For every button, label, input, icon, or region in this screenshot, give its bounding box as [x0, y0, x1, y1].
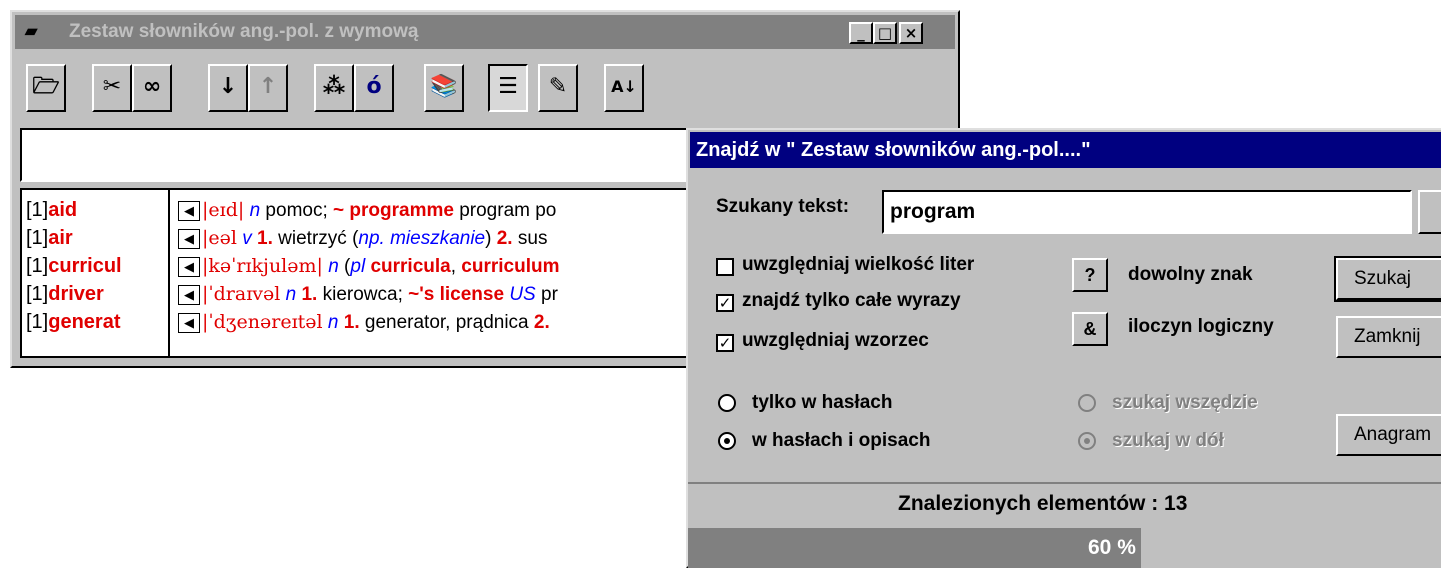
progress-label: 60 % [1088, 536, 1136, 559]
list-item[interactable]: [1]curricul [26, 252, 170, 280]
search-button[interactable]: Szukaj [1334, 256, 1441, 302]
sort-button[interactable]: A↓ [604, 64, 644, 112]
open-button[interactable]: 🗁 [26, 64, 66, 112]
unlink-button[interactable]: ✂ [92, 64, 132, 112]
window-title: Zestaw słowników ang.-pol. z wymową [69, 21, 419, 42]
list-item[interactable]: [1]aid [26, 196, 170, 224]
close-button[interactable]: × [899, 22, 923, 44]
headwords-and-descriptions-label[interactable]: w hasłach i opisach [752, 430, 930, 452]
new-note-icon: ✎ [548, 74, 568, 99]
dictionaries-button[interactable]: 📚 [424, 64, 464, 112]
link-icon: ∞ [142, 74, 162, 99]
new-note-button[interactable]: ✎ [538, 64, 578, 112]
sort-az-icon: A↓ [611, 77, 637, 96]
search-label: Szukany tekst: [716, 196, 850, 217]
speaker-icon[interactable]: ◀ [178, 200, 200, 221]
pronunciation-button[interactable]: ó [354, 64, 394, 112]
whole-words-label[interactable]: znajdź tylko całe wyrazy [742, 290, 961, 312]
search-input[interactable]: program [882, 190, 1412, 234]
headwords-only-radio[interactable] [718, 394, 736, 412]
previous-button[interactable]: ↑ [248, 64, 288, 112]
wildcard-label: dowolny znak [1128, 264, 1253, 285]
link-button[interactable]: ∞ [132, 64, 172, 112]
logical-and-label: iloczyn logiczny [1128, 316, 1274, 337]
book-icon[interactable]: ▰ [25, 15, 37, 49]
minimize-button[interactable]: _ [849, 22, 873, 44]
open-icon: 🗁 [32, 74, 60, 99]
list-item[interactable]: [1]driver [26, 280, 170, 308]
arrow-down-icon: ↓ [218, 74, 238, 99]
list-icon: ☰ [498, 74, 518, 99]
books-check-icon: 📚 [430, 74, 458, 99]
logical-and-button[interactable]: & [1072, 312, 1108, 346]
tree-icon: ⁂ [322, 74, 346, 99]
case-sensitive-checkbox[interactable] [716, 258, 734, 276]
results-count: Znalezionych elementów : 13 [688, 482, 1441, 524]
case-sensitive-label[interactable]: uwzględniaj wielkość liter [742, 254, 974, 276]
list-item[interactable]: [1]generat [26, 308, 170, 336]
dialog-title[interactable]: Znajdź w " Zestaw słowników ang.-pol....… [690, 132, 1441, 168]
search-everywhere-label: szukaj wszędzie [1112, 392, 1258, 413]
wildcard-button[interactable]: ? [1072, 258, 1108, 292]
whole-words-checkbox[interactable]: ✓ [716, 294, 734, 312]
pattern-label[interactable]: uwzględniaj wzorzec [742, 330, 929, 352]
speaker-icon[interactable]: ◀ [178, 312, 200, 333]
speaker-icon[interactable]: ◀ [178, 256, 200, 277]
pattern-checkbox[interactable]: ✓ [716, 334, 734, 352]
accent-o-icon: ó [366, 74, 382, 99]
search-history-button[interactable] [1418, 190, 1441, 234]
search-everywhere-radio [1078, 394, 1096, 412]
maximize-button[interactable]: □ [873, 22, 897, 44]
list-item[interactable]: [1]air [26, 224, 170, 252]
progress-bar: 60 % [688, 528, 1441, 568]
search-down-label: szukaj w dół [1112, 430, 1224, 451]
unlink-icon: ✂ [102, 74, 122, 99]
tree-button[interactable]: ⁂ [314, 64, 354, 112]
speaker-icon[interactable]: ◀ [178, 228, 200, 249]
find-dialog: Znajdź w " Zestaw słowników ang.-pol....… [686, 128, 1441, 568]
headwords-only-label[interactable]: tylko w hasłach [752, 392, 892, 414]
list-button[interactable]: ☰ [488, 64, 528, 112]
close-dialog-button[interactable]: Zamknij [1336, 316, 1441, 358]
headword-list[interactable]: [1]aid [1]air [1]curricul [1]driver [1]g… [20, 188, 172, 358]
search-down-radio [1078, 432, 1096, 450]
next-button[interactable]: ↓ [208, 64, 248, 112]
arrow-up-icon: ↑ [258, 74, 278, 99]
title-bar[interactable]: ▰ Zestaw słowników ang.-pol. z wymową _ … [15, 15, 955, 49]
speaker-icon[interactable]: ◀ [178, 284, 200, 305]
headwords-and-descriptions-radio[interactable] [718, 432, 736, 450]
anagram-button[interactable]: Anagram [1336, 414, 1441, 456]
